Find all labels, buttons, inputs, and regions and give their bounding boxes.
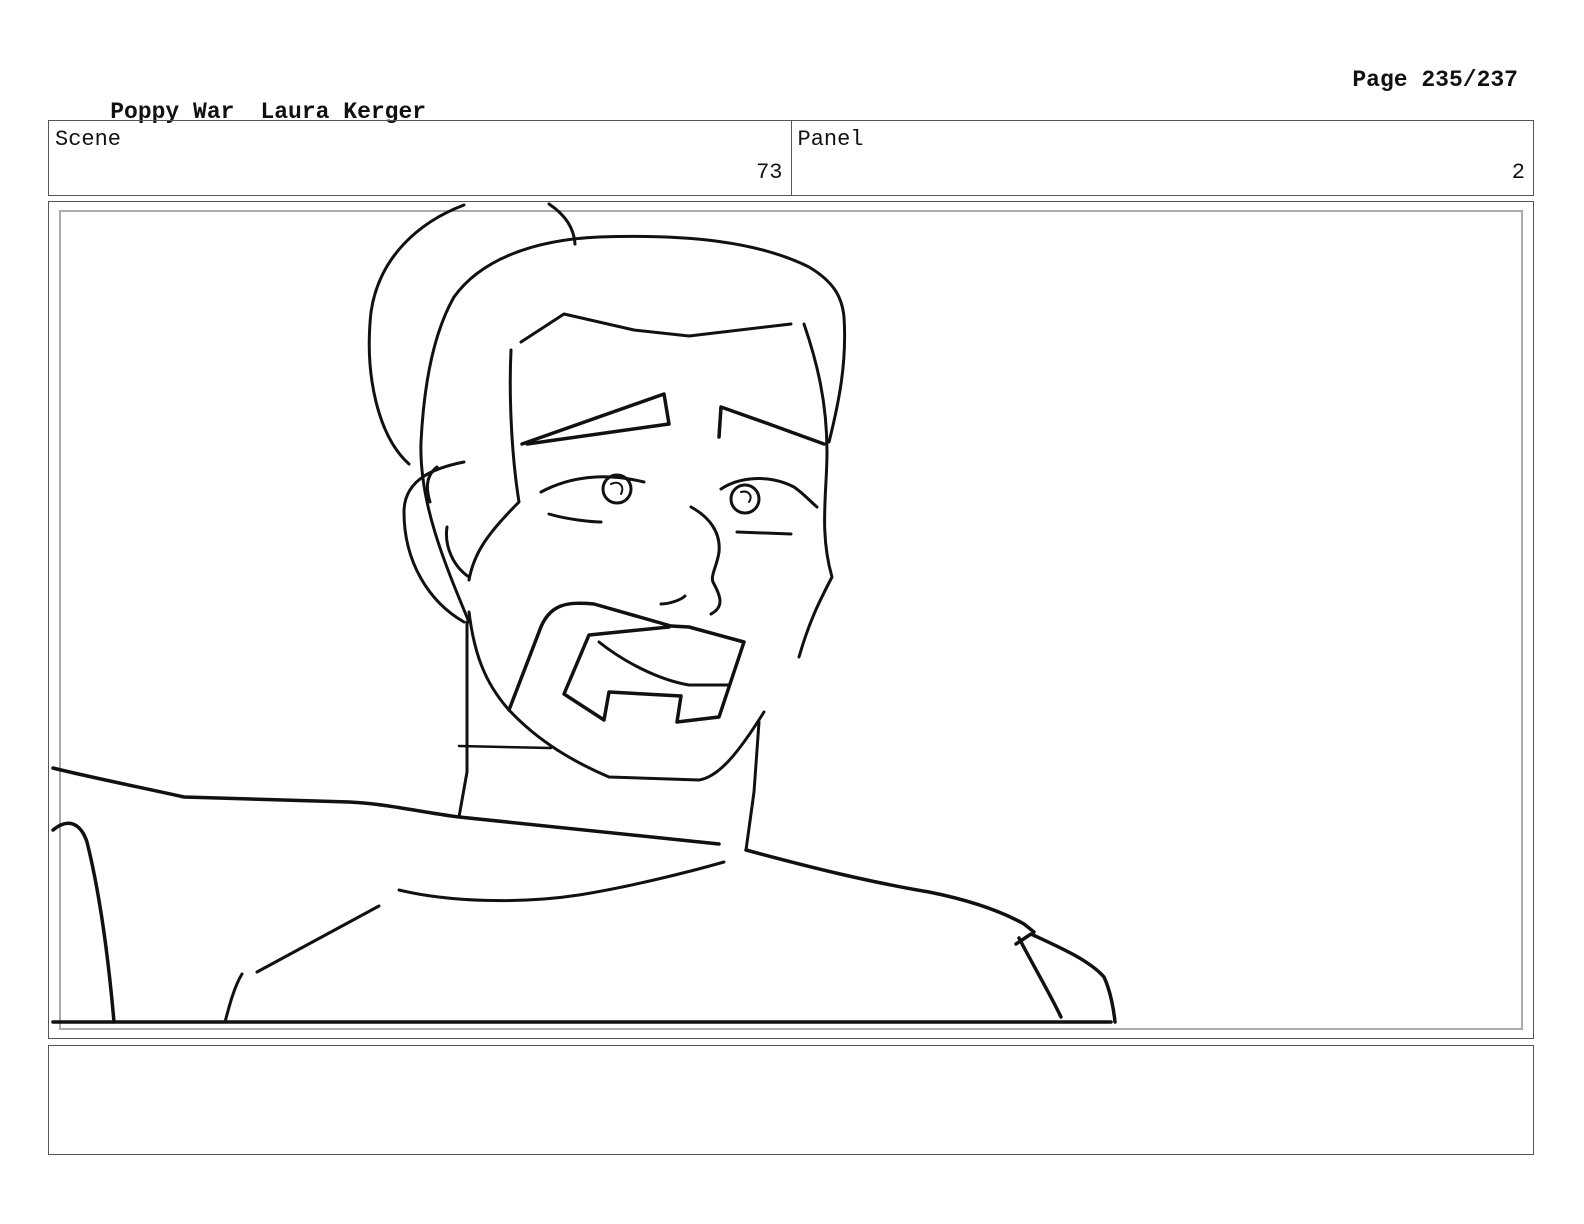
scene-cell: Scene 73 [49,121,791,195]
hair-back-outline [367,203,466,466]
left-eyebrow [520,392,671,446]
storyboard-frame [48,201,1534,1039]
temple-line [467,348,521,582]
neck-left [457,620,469,819]
right-eye [729,483,761,515]
right-shoulder-curve [1014,932,1117,1024]
ear-outline [402,460,466,624]
collar-line [457,744,553,750]
torso-left [223,972,244,1024]
page-number: Page 235/237 [1352,67,1518,93]
face-right-line [797,322,834,659]
pectoral-left [255,904,381,974]
panel-number: 2 [1511,160,1525,185]
right-arm-line [1017,936,1063,1019]
right-eye-highlight [740,490,752,503]
notes-box [48,1045,1534,1155]
right-eye-lower [735,530,793,536]
right-eyebrow [717,405,826,446]
panel-label: Panel [797,127,864,152]
scene-number: 73 [756,160,783,185]
chest-line [397,860,726,903]
shoulder-line [744,848,1036,934]
left-arm-outline [51,766,721,846]
hairline [519,312,793,344]
left-body-outline [51,821,116,1024]
nostril [659,594,687,606]
scene-panel-info: Scene 73 Panel 2 [48,120,1534,196]
face-left-line [419,295,471,624]
panel-cell: Panel 2 [790,121,1534,195]
goatee-outline [507,601,746,724]
ear-inner [425,465,471,579]
left-eye-lower [547,512,603,524]
neck-right [744,720,761,852]
head-top-outline [452,234,847,444]
nose-outline [689,505,722,616]
storyboard-sketch [51,202,1117,1024]
left-eye-highlight [610,481,624,495]
scene-label: Scene [55,127,122,152]
mouth-line [597,640,731,687]
left-eye [601,473,633,505]
page-header: Poppy War Laura Kerger Page 235/237 [55,64,1518,125]
right-eye-lid [719,477,819,509]
